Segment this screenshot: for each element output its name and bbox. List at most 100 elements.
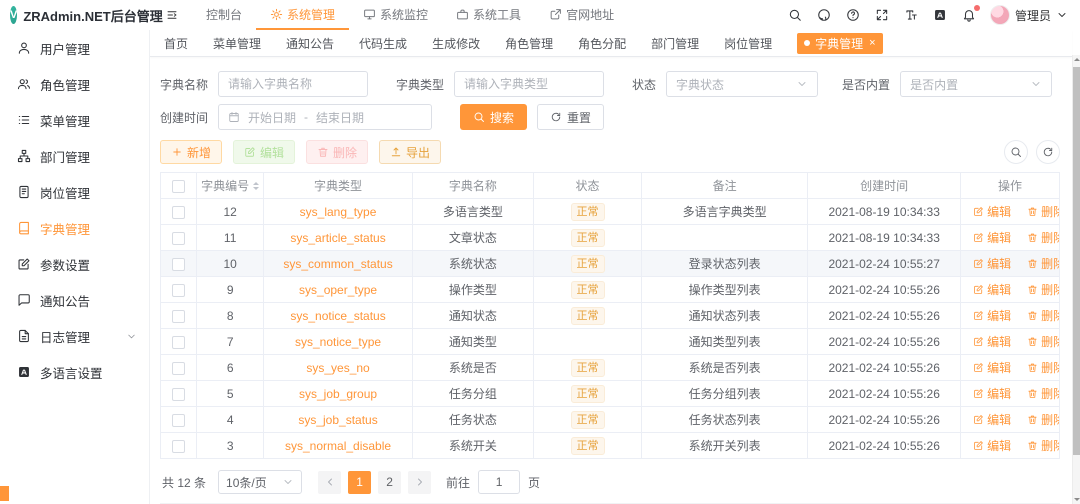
translate-button[interactable] — [933, 8, 947, 22]
builtin-select[interactable]: 是否内置 — [900, 71, 1053, 97]
nav-item-系统工具[interactable]: 系统工具 — [442, 0, 535, 30]
nav-item-系统管理[interactable]: 系统管理 — [256, 0, 350, 30]
row-delete-button[interactable]: 删除 — [1027, 229, 1059, 246]
row-delete-button[interactable]: 删除 — [1027, 411, 1059, 428]
tab-生成修改[interactable]: 生成修改 — [432, 35, 480, 52]
add-button[interactable]: 新增 — [160, 140, 223, 164]
goto-page-input[interactable] — [478, 470, 521, 494]
tab-角色分配[interactable]: 角色分配 — [578, 35, 626, 52]
dict-type-link[interactable]: sys_oper_type — [299, 283, 377, 297]
delete-button[interactable]: 删除 — [306, 140, 369, 164]
sidebar-item-字典管理[interactable]: 字典管理 — [0, 210, 149, 246]
nav-item-官网地址[interactable]: 官网地址 — [535, 0, 628, 30]
row-delete-button[interactable]: 删除 — [1027, 307, 1059, 324]
vertical-scrollbar[interactable] — [1072, 55, 1080, 504]
row-edit-button[interactable]: 编辑 — [973, 385, 1011, 402]
user-menu[interactable]: 管理员 — [989, 5, 1068, 25]
tab-首页[interactable]: 首页 — [164, 35, 188, 52]
row-edit-button[interactable]: 编辑 — [973, 229, 1011, 246]
dict-type-link[interactable]: sys_article_status — [290, 231, 385, 245]
column-header-id[interactable]: 字典编号 — [195, 172, 265, 199]
refresh-table-button[interactable] — [1036, 140, 1060, 164]
prev-page-button[interactable] — [318, 470, 342, 494]
dict-type-link[interactable]: sys_job_status — [298, 413, 377, 427]
select-all-checkbox[interactable] — [171, 179, 185, 193]
dict-type-link[interactable]: sys_common_status — [283, 257, 392, 271]
dict-type-input[interactable] — [454, 71, 605, 97]
theme-settings-handle[interactable] — [0, 486, 9, 501]
row-delete-button[interactable]: 删除 — [1027, 255, 1059, 272]
close-tab-icon[interactable]: × — [869, 37, 875, 49]
row-delete-button[interactable]: 删除 — [1027, 359, 1059, 376]
page-button-1[interactable]: 1 — [348, 470, 372, 494]
status-select[interactable]: 字典状态 — [666, 71, 819, 97]
dict-type-link[interactable]: sys_notice_status — [290, 309, 385, 323]
row-edit-button[interactable]: 编辑 — [973, 307, 1011, 324]
row-edit-button[interactable]: 编辑 — [973, 255, 1011, 272]
row-edit-button[interactable]: 编辑 — [973, 281, 1011, 298]
dict-name-input[interactable] — [218, 71, 369, 97]
row-delete-button[interactable]: 删除 — [1027, 385, 1059, 402]
sidebar-item-通知公告[interactable]: 通知公告 — [0, 282, 149, 318]
row-edit-button[interactable]: 编辑 — [973, 333, 1011, 350]
row-checkbox[interactable] — [171, 413, 185, 427]
dict-type-link[interactable]: sys_notice_type — [295, 335, 381, 349]
sidebar-item-角色管理[interactable]: 角色管理 — [0, 66, 149, 102]
sidebar-item-多语言设置[interactable]: 多语言设置 — [0, 354, 149, 390]
fullscreen-button[interactable] — [875, 8, 889, 22]
search-button[interactable] — [788, 8, 802, 22]
row-delete-button[interactable]: 删除 — [1027, 203, 1059, 220]
sidebar-item-部门管理[interactable]: 部门管理 — [0, 138, 149, 174]
row-checkbox[interactable] — [171, 231, 185, 245]
scrollbar-thumb[interactable] — [1073, 67, 1080, 455]
row-checkbox[interactable] — [171, 283, 185, 297]
dict-type-link[interactable]: sys_yes_no — [306, 361, 369, 375]
reset-button[interactable]: 重置 — [537, 104, 605, 130]
row-checkbox[interactable] — [171, 205, 185, 219]
sort-icon[interactable] — [253, 181, 260, 190]
scroll-down-arrow[interactable] — [1074, 498, 1080, 501]
row-checkbox[interactable] — [171, 309, 185, 323]
sidebar-item-日志管理[interactable]: 日志管理 — [0, 318, 149, 354]
collapse-sidebar-button[interactable] — [166, 9, 178, 21]
dict-type-link[interactable]: sys_job_group — [299, 387, 377, 401]
date-range-picker[interactable]: 开始日期 - 结束日期 — [218, 104, 433, 130]
tab-字典管理[interactable]: 字典管理 × — [797, 32, 883, 54]
sidebar-item-菜单管理[interactable]: 菜单管理 — [0, 102, 149, 138]
row-checkbox[interactable] — [171, 335, 185, 349]
row-edit-button[interactable]: 编辑 — [973, 203, 1011, 220]
logo[interactable]: V ZRAdmin.NET后台管理 — [0, 6, 163, 25]
tab-部门管理[interactable]: 部门管理 — [651, 35, 699, 52]
search-button[interactable]: 搜索 — [460, 104, 528, 130]
dict-type-link[interactable]: sys_lang_type — [300, 205, 377, 219]
row-edit-button[interactable]: 编辑 — [973, 359, 1011, 376]
github-button[interactable] — [817, 8, 831, 22]
tab-菜单管理[interactable]: 菜单管理 — [213, 35, 261, 52]
nav-item-控制台[interactable]: 控制台 — [192, 0, 256, 30]
row-checkbox[interactable] — [171, 387, 185, 401]
next-page-button[interactable] — [408, 470, 432, 494]
sidebar-item-岗位管理[interactable]: 岗位管理 — [0, 174, 149, 210]
export-button[interactable]: 导出 — [379, 140, 442, 164]
sidebar-item-参数设置[interactable]: 参数设置 — [0, 246, 149, 282]
row-edit-button[interactable]: 编辑 — [973, 437, 1011, 454]
tab-通知公告[interactable]: 通知公告 — [286, 35, 334, 52]
tab-角色管理[interactable]: 角色管理 — [505, 35, 553, 52]
page-size-select[interactable]: 10条/页 — [218, 470, 303, 494]
sidebar-item-用户管理[interactable]: 用户管理 — [0, 30, 149, 66]
row-checkbox[interactable] — [171, 439, 185, 453]
page-button-2[interactable]: 2 — [378, 470, 402, 494]
show-search-button[interactable] — [1004, 140, 1028, 164]
scroll-up-arrow[interactable] — [1074, 58, 1080, 61]
edit-button[interactable]: 编辑 — [233, 140, 296, 164]
dict-type-link[interactable]: sys_normal_disable — [285, 439, 391, 453]
row-checkbox[interactable] — [171, 257, 185, 271]
row-delete-button[interactable]: 删除 — [1027, 281, 1059, 298]
tab-岗位管理[interactable]: 岗位管理 — [724, 35, 772, 52]
help-button[interactable] — [846, 8, 860, 22]
row-edit-button[interactable]: 编辑 — [973, 411, 1011, 428]
font-size-button[interactable] — [904, 8, 918, 22]
bell-button[interactable] — [962, 5, 980, 22]
row-delete-button[interactable]: 删除 — [1027, 333, 1059, 350]
tab-代码生成[interactable]: 代码生成 — [359, 35, 407, 52]
